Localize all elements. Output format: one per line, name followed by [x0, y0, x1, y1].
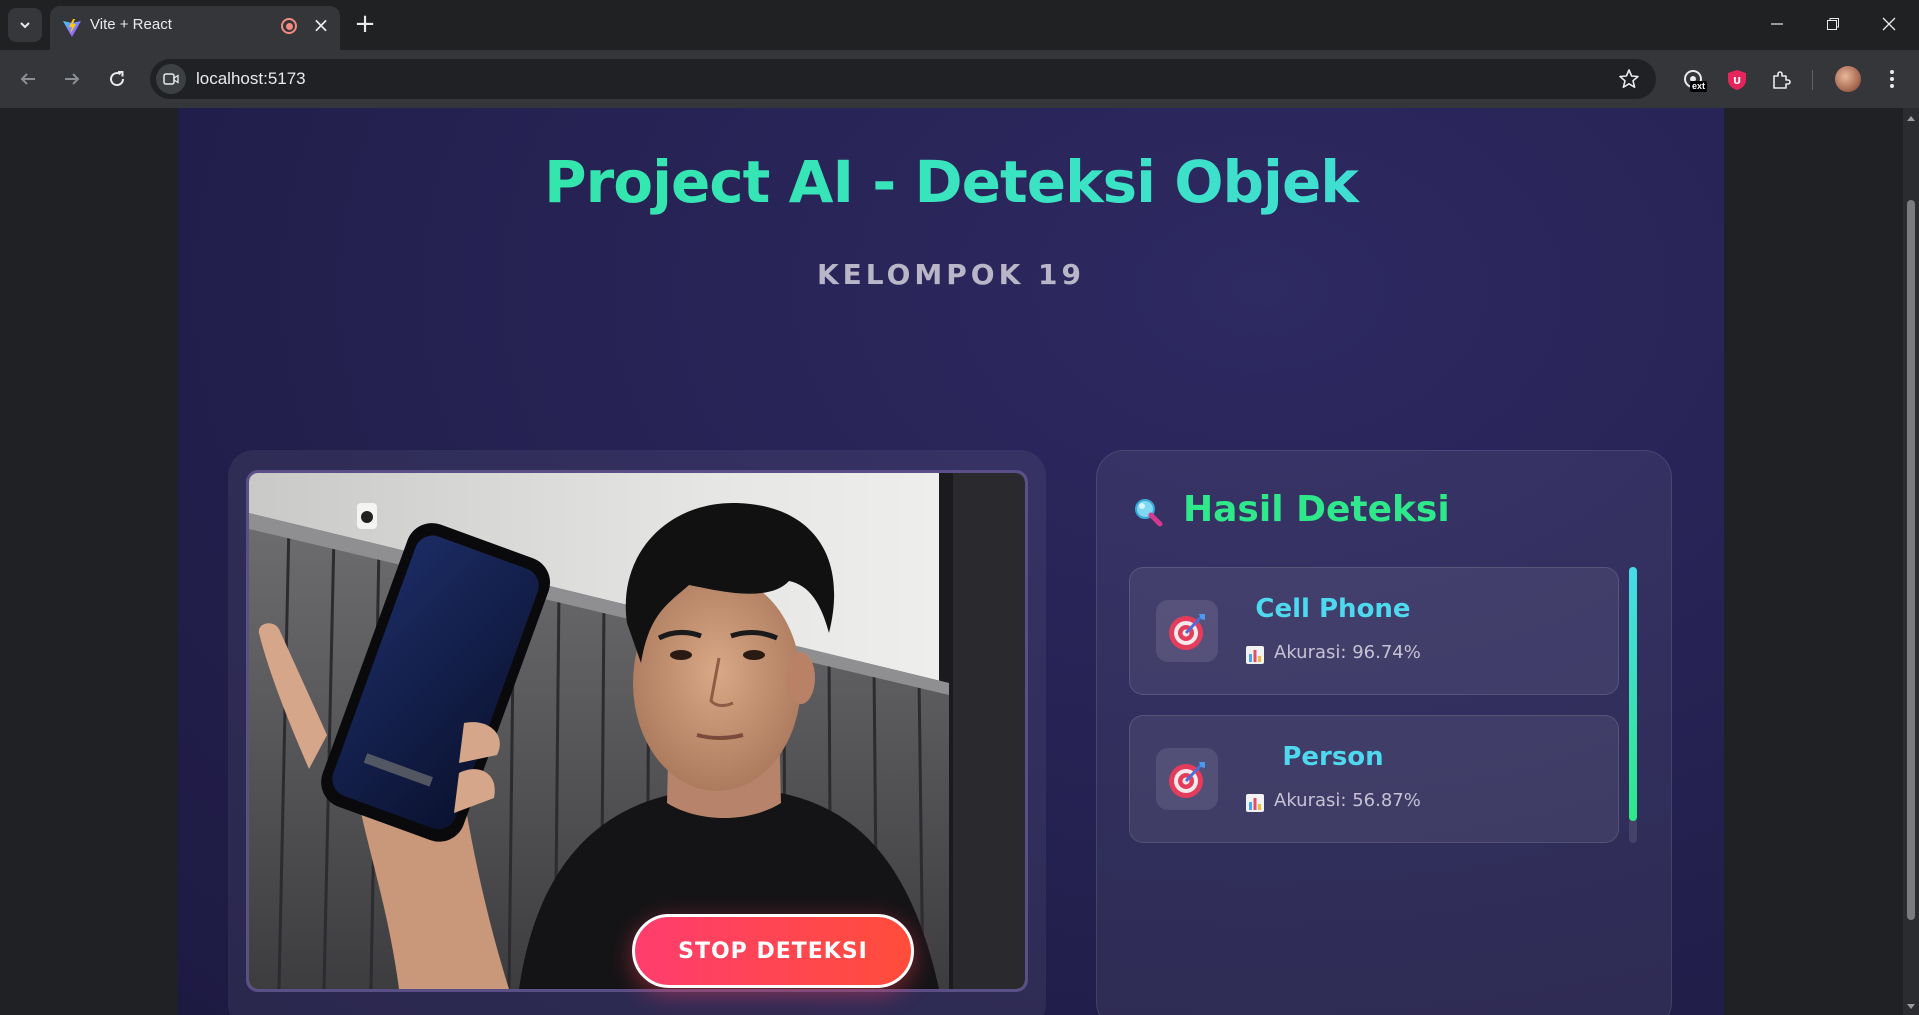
- target-icon: [1169, 614, 1205, 650]
- tab-active[interactable]: Vite + React ×: [50, 6, 340, 50]
- toolbar-separator: [1812, 70, 1813, 90]
- page-viewport: Project AI - Deteksi Objek KELOMPOK 19 S…: [0, 108, 1903, 1015]
- new-tab-button[interactable]: +: [352, 10, 378, 38]
- app-container: Project AI - Deteksi Objek KELOMPOK 19 S…: [178, 108, 1724, 1015]
- minimize-icon: [1771, 23, 1783, 25]
- vite-logo-icon: [63, 19, 81, 37]
- results-title: Hasil Deteksi: [1183, 489, 1450, 530]
- close-tab-icon[interactable]: ×: [312, 14, 330, 36]
- magnifier-icon: [1135, 499, 1163, 527]
- result-item: Cell Phone Akurasi: 96.74%: [1129, 567, 1619, 695]
- page-title: Project AI - Deteksi Objek: [178, 148, 1724, 216]
- url-text: localhost:5173: [196, 69, 306, 88]
- page-scrollbar-thumb[interactable]: [1907, 200, 1915, 920]
- site-info-button[interactable]: [156, 64, 186, 94]
- scroll-up-icon[interactable]: [1906, 114, 1916, 124]
- item-accuracy: Akurasi: 56.87%: [1274, 790, 1421, 811]
- stop-detection-button[interactable]: STOP DETEKSI: [632, 914, 914, 988]
- item-icon-container: [1156, 600, 1218, 662]
- scroll-down-icon[interactable]: [1906, 1001, 1916, 1011]
- result-item: Person Akurasi: 56.87%: [1129, 715, 1619, 843]
- item-icon-container: [1156, 748, 1218, 810]
- item-accuracy: Akurasi: 96.74%: [1274, 642, 1421, 663]
- camera-icon: [163, 73, 179, 85]
- webcam-image: [249, 473, 1025, 989]
- minimize-button[interactable]: [1754, 6, 1800, 42]
- forward-button[interactable]: [56, 63, 88, 95]
- extension-badge: ext: [1690, 81, 1708, 92]
- recording-indicator-icon: [281, 18, 297, 34]
- item-name: Cell Phone: [1255, 594, 1411, 624]
- tab-title: Vite + React: [90, 16, 172, 33]
- shield-icon: U: [1728, 70, 1746, 90]
- bookmark-star-icon[interactable]: [1618, 68, 1640, 90]
- detection-results-card: Hasil Deteksi Cell Phone Akurasi: 96.74%…: [1096, 450, 1672, 1015]
- item-name: Person: [1282, 742, 1384, 772]
- address-bar[interactable]: localhost:5173: [150, 59, 1656, 99]
- arrow-right-icon: [65, 73, 80, 85]
- restore-icon: [1827, 18, 1839, 30]
- webcam-feed: [246, 470, 1028, 992]
- results-scrollbar[interactable]: [1629, 567, 1637, 843]
- tab-bar: Vite + React × +: [0, 0, 1919, 50]
- back-button[interactable]: [12, 63, 44, 95]
- bar-chart-icon: [1246, 794, 1264, 812]
- page-scrollbar[interactable]: [1903, 108, 1919, 1015]
- browser-toolbar: localhost:5173 ext U: [0, 50, 1919, 108]
- svg-text:U: U: [1733, 76, 1741, 87]
- reload-icon: [110, 71, 125, 87]
- results-scrollbar-thumb[interactable]: [1629, 567, 1637, 821]
- tab-search-button[interactable]: [8, 8, 42, 42]
- extension-recorder-button[interactable]: ext: [1680, 67, 1708, 93]
- bar-chart-icon: [1246, 646, 1264, 664]
- restore-button[interactable]: [1810, 6, 1856, 42]
- chevron-down-icon: [20, 22, 30, 29]
- puzzle-icon: [1773, 71, 1791, 89]
- extensions-button[interactable]: [1768, 67, 1794, 93]
- arrow-left-icon: [20, 73, 35, 85]
- ublock-extension-button[interactable]: U: [1724, 67, 1750, 93]
- page-subtitle: KELOMPOK 19: [816, 258, 1086, 291]
- close-icon: [1882, 17, 1896, 31]
- profile-avatar[interactable]: [1835, 66, 1861, 92]
- more-menu-icon[interactable]: [1882, 66, 1902, 92]
- close-window-button[interactable]: [1866, 6, 1912, 42]
- reload-button[interactable]: [101, 63, 133, 95]
- target-icon: [1169, 762, 1205, 798]
